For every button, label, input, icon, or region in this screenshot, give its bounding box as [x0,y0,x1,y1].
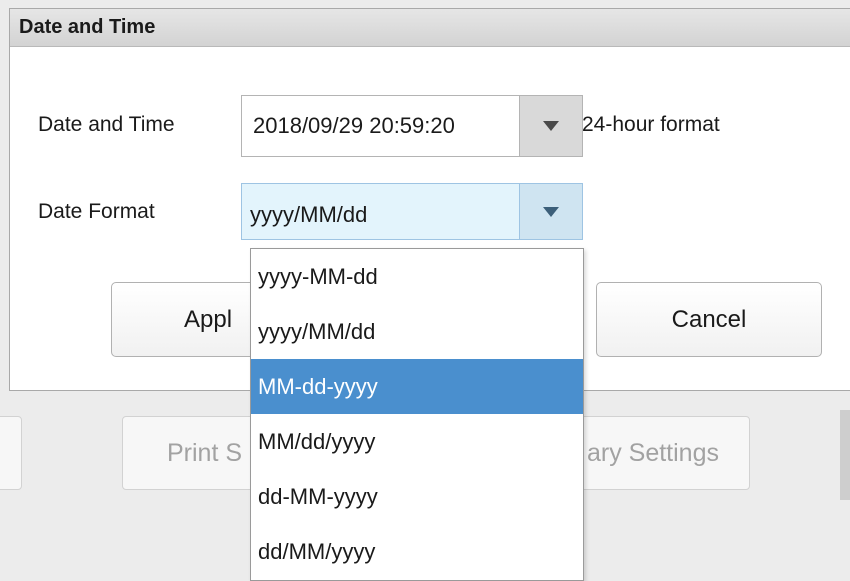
background-edge [840,410,850,500]
date-format-select[interactable]: yyyy/MM/dd [241,183,583,240]
dropdown-option[interactable]: MM/dd/yyyy [251,414,583,469]
dropdown-option-label: MM/dd/yyyy [258,428,376,454]
screen: Print S ary Settings Date and Time Date … [0,0,850,581]
dropdown-option-highlighted[interactable]: MM-dd-yyyy [251,359,583,414]
background-button-left [0,416,22,490]
dropdown-option-label: yyyy-MM-dd [258,263,378,289]
cancel-button-label: Cancel [671,305,747,333]
dropdown-option[interactable]: dd-MM-yyyy [251,469,583,524]
secondary-settings-label: ary Settings [586,438,719,467]
dropdown-option-label: yyyy/MM/dd [258,318,376,344]
dialog-title: Date and Time [19,16,156,38]
date-format-dropdown-button[interactable] [519,184,582,239]
cancel-button[interactable]: Cancel [596,282,822,357]
date-format-label: Date Format [38,200,155,223]
dialog-title-bar: Date and Time [10,9,850,47]
date-time-label: Date and Time [38,113,175,136]
time-format-note: 24-hour format [582,113,720,136]
dropdown-option[interactable]: dd/MM/yyyy [251,524,583,579]
date-time-dropdown-button[interactable] [519,96,582,156]
date-time-picker[interactable]: 2018/09/29 20:59:20 [241,95,583,157]
chevron-down-icon [543,206,559,217]
date-format-options-list: yyyy-MM-dd yyyy/MM/dd MM-dd-yyyy MM/dd/y… [250,248,584,581]
chevron-down-icon [543,121,559,131]
dropdown-option-label: MM-dd-yyyy [258,373,378,399]
apply-button-label: Appl [184,305,233,333]
dropdown-option-label: dd/MM/yyyy [258,538,376,564]
dropdown-option[interactable]: yyyy/MM/dd [251,304,583,359]
dropdown-option[interactable]: yyyy-MM-dd [251,249,583,304]
dropdown-option-label: dd-MM-yyyy [258,483,378,509]
date-time-value: 2018/09/29 20:59:20 [253,113,455,138]
date-format-value: yyyy/MM/dd [250,201,368,227]
print-settings-label: Print S [167,438,243,467]
